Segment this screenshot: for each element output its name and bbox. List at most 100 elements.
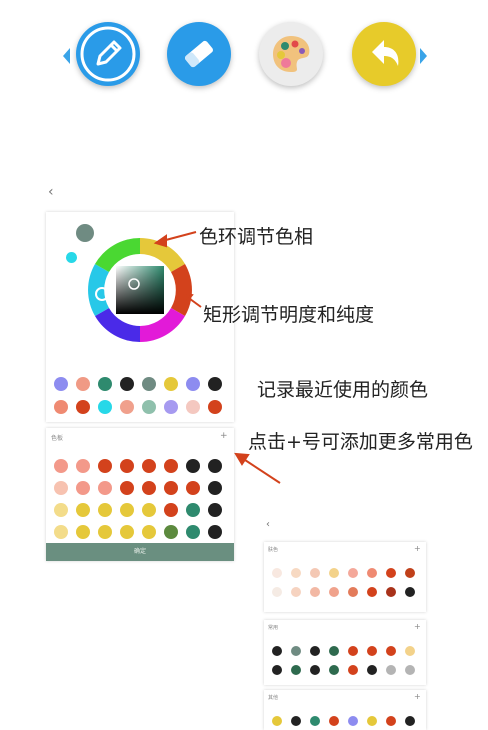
- mini-color-swatch[interactable]: [310, 716, 320, 726]
- favorite-color-swatch[interactable]: [164, 481, 178, 495]
- recent-color-swatch[interactable]: [208, 400, 222, 414]
- favorite-color-swatch[interactable]: [186, 503, 200, 517]
- recent-color-swatch[interactable]: [164, 377, 178, 391]
- favorite-color-swatch[interactable]: [142, 525, 156, 539]
- mini-color-swatch[interactable]: [367, 665, 377, 675]
- mini-color-swatch[interactable]: [348, 587, 358, 597]
- mini-color-swatch[interactable]: [310, 568, 320, 578]
- favorite-color-swatch[interactable]: [120, 503, 134, 517]
- mini-color-swatch[interactable]: [348, 716, 358, 726]
- favorite-color-swatch[interactable]: [164, 525, 178, 539]
- favorite-color-swatch[interactable]: [54, 481, 68, 495]
- favorite-color-swatch[interactable]: [208, 481, 222, 495]
- mini-color-swatch[interactable]: [405, 646, 415, 656]
- favorite-color-swatch[interactable]: [76, 459, 90, 473]
- mini-color-swatch[interactable]: [310, 587, 320, 597]
- recent-color-swatch[interactable]: [164, 400, 178, 414]
- favorite-color-swatch[interactable]: [98, 503, 112, 517]
- mini-color-swatch[interactable]: [386, 665, 396, 675]
- saturation-brightness-rect[interactable]: [116, 266, 164, 314]
- mini-color-swatch[interactable]: [329, 665, 339, 675]
- favorite-color-swatch[interactable]: [120, 459, 134, 473]
- mini-color-swatch[interactable]: [386, 716, 396, 726]
- mini-back-button[interactable]: ‹: [266, 519, 270, 530]
- scroll-right-icon[interactable]: [420, 48, 427, 64]
- mini-color-swatch[interactable]: [405, 587, 415, 597]
- favorite-color-swatch[interactable]: [54, 459, 68, 473]
- mini-color-swatch[interactable]: [272, 646, 282, 656]
- mini-color-swatch[interactable]: [272, 568, 282, 578]
- hue-ring[interactable]: [82, 232, 198, 348]
- mini-color-swatch[interactable]: [405, 716, 415, 726]
- recent-color-swatch[interactable]: [76, 377, 90, 391]
- eraser-tool-button[interactable]: [167, 22, 231, 86]
- recent-color-swatch[interactable]: [142, 377, 156, 391]
- mini-color-swatch[interactable]: [367, 568, 377, 578]
- mini-color-swatch[interactable]: [291, 646, 301, 656]
- mini-color-swatch[interactable]: [272, 665, 282, 675]
- favorite-color-swatch[interactable]: [208, 459, 222, 473]
- favorite-color-swatch[interactable]: [120, 525, 134, 539]
- mini-color-swatch[interactable]: [291, 716, 301, 726]
- recent-color-swatch[interactable]: [186, 400, 200, 414]
- mini-color-swatch[interactable]: [329, 716, 339, 726]
- recent-color-swatch[interactable]: [142, 400, 156, 414]
- mini-add-button[interactable]: +: [414, 544, 421, 553]
- recent-color-swatch[interactable]: [54, 400, 68, 414]
- favorite-color-swatch[interactable]: [98, 459, 112, 473]
- favorite-color-swatch[interactable]: [186, 459, 200, 473]
- recent-color-swatch[interactable]: [54, 377, 68, 391]
- mini-color-swatch[interactable]: [386, 568, 396, 578]
- favorite-color-swatch[interactable]: [142, 459, 156, 473]
- pencil-tool-button[interactable]: [76, 22, 140, 86]
- mini-color-swatch[interactable]: [367, 716, 377, 726]
- mini-add-button[interactable]: +: [414, 692, 421, 701]
- recent-color-swatch[interactable]: [98, 400, 112, 414]
- mini-color-swatch[interactable]: [405, 665, 415, 675]
- recent-color-swatch[interactable]: [120, 377, 134, 391]
- favorite-color-swatch[interactable]: [76, 503, 90, 517]
- mini-add-button[interactable]: +: [414, 622, 421, 631]
- recent-color-swatch[interactable]: [120, 400, 134, 414]
- undo-tool-button[interactable]: [352, 22, 416, 86]
- mini-color-swatch[interactable]: [291, 568, 301, 578]
- favorite-color-swatch[interactable]: [76, 481, 90, 495]
- favorite-color-swatch[interactable]: [186, 481, 200, 495]
- recent-color-swatch[interactable]: [208, 377, 222, 391]
- mini-color-swatch[interactable]: [291, 665, 301, 675]
- mini-color-swatch[interactable]: [310, 665, 320, 675]
- mini-color-swatch[interactable]: [386, 646, 396, 656]
- mini-color-swatch[interactable]: [348, 646, 358, 656]
- mini-color-swatch[interactable]: [329, 568, 339, 578]
- mini-color-swatch[interactable]: [348, 665, 358, 675]
- mini-color-swatch[interactable]: [367, 646, 377, 656]
- favorite-color-swatch[interactable]: [208, 503, 222, 517]
- mini-color-swatch[interactable]: [272, 587, 282, 597]
- favorite-color-swatch[interactable]: [98, 525, 112, 539]
- favorite-color-swatch[interactable]: [76, 525, 90, 539]
- recent-color-swatch[interactable]: [76, 400, 90, 414]
- back-button[interactable]: ‹: [48, 184, 54, 200]
- confirm-button[interactable]: 确定: [46, 543, 234, 561]
- recent-color-swatch[interactable]: [186, 377, 200, 391]
- mini-color-swatch[interactable]: [367, 587, 377, 597]
- mini-color-swatch[interactable]: [329, 587, 339, 597]
- favorite-color-swatch[interactable]: [186, 525, 200, 539]
- favorite-color-swatch[interactable]: [208, 525, 222, 539]
- mini-color-swatch[interactable]: [329, 646, 339, 656]
- favorite-color-swatch[interactable]: [54, 503, 68, 517]
- palette-tool-button[interactable]: [259, 22, 323, 86]
- mini-color-swatch[interactable]: [272, 716, 282, 726]
- mini-color-swatch[interactable]: [291, 587, 301, 597]
- favorite-color-swatch[interactable]: [120, 481, 134, 495]
- favorites-add-button[interactable]: +: [220, 431, 228, 441]
- favorite-color-swatch[interactable]: [54, 525, 68, 539]
- mini-color-swatch[interactable]: [386, 587, 396, 597]
- recent-color-swatch[interactable]: [98, 377, 112, 391]
- scroll-left-icon[interactable]: [63, 48, 70, 64]
- favorite-color-swatch[interactable]: [98, 481, 112, 495]
- mini-color-swatch[interactable]: [405, 568, 415, 578]
- mini-color-swatch[interactable]: [348, 568, 358, 578]
- favorite-color-swatch[interactable]: [164, 459, 178, 473]
- favorite-color-swatch[interactable]: [142, 503, 156, 517]
